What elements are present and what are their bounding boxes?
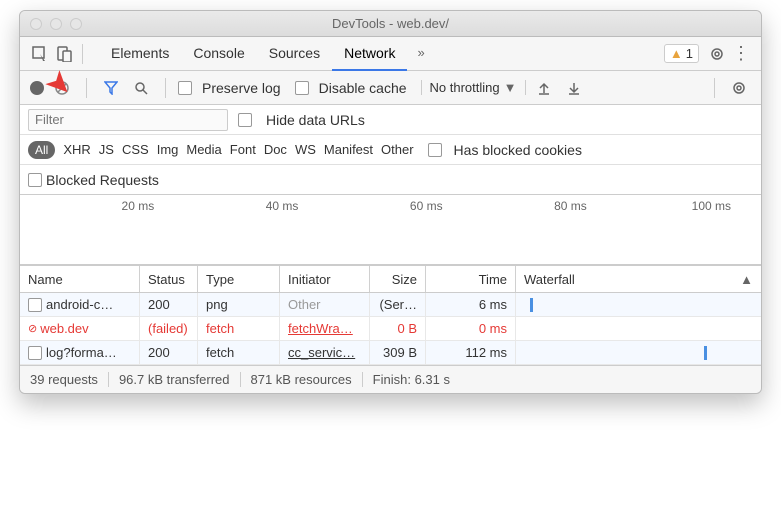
col-status[interactable]: Status bbox=[140, 266, 198, 292]
col-waterfall[interactable]: Waterfall▲ bbox=[516, 266, 761, 292]
download-icon[interactable] bbox=[562, 76, 586, 100]
blocked-requests-label: Blocked Requests bbox=[46, 172, 159, 188]
inspect-icon[interactable] bbox=[28, 42, 52, 66]
timeline-tick: 40 ms bbox=[174, 199, 318, 213]
filter-font[interactable]: Font bbox=[230, 142, 256, 157]
filter-all[interactable]: All bbox=[28, 141, 55, 159]
timeline-tick: 20 ms bbox=[30, 199, 174, 213]
blocked-bar: Blocked Requests bbox=[20, 165, 761, 195]
type-filter-bar: All XHR JS CSS Img Media Font Doc WS Man… bbox=[20, 135, 761, 165]
col-initiator[interactable]: Initiator bbox=[280, 266, 370, 292]
warnings-badge[interactable]: ▲ 1 bbox=[664, 44, 699, 63]
has-blocked-checkbox[interactable] bbox=[428, 143, 442, 157]
sort-arrow-icon: ▲ bbox=[740, 272, 753, 287]
timeline-tick: 80 ms bbox=[463, 199, 607, 213]
timeline-tick: 60 ms bbox=[318, 199, 462, 213]
has-blocked-label: Has blocked cookies bbox=[454, 142, 582, 158]
status-transferred: 96.7 kB transferred bbox=[109, 372, 241, 387]
search-icon[interactable] bbox=[129, 76, 153, 100]
upload-icon[interactable] bbox=[532, 76, 556, 100]
window-title: DevTools - web.dev/ bbox=[332, 16, 449, 31]
table-row[interactable]: ⊘web.dev(failed)fetchfetchWra…0 B0 ms bbox=[20, 317, 761, 341]
filter-media[interactable]: Media bbox=[186, 142, 221, 157]
disable-cache-label: Disable cache bbox=[319, 80, 407, 96]
preserve-log-label: Preserve log bbox=[202, 80, 281, 96]
tab-sources[interactable]: Sources bbox=[257, 37, 332, 71]
timeline-overview[interactable]: 20 ms 40 ms 60 ms 80 ms 100 ms bbox=[20, 195, 761, 265]
hide-data-urls-label: Hide data URLs bbox=[266, 112, 365, 128]
main-toolbar: Elements Console Sources Network » ▲ 1 ⋮ bbox=[20, 37, 761, 71]
filter-other[interactable]: Other bbox=[381, 142, 414, 157]
status-resources: 871 kB resources bbox=[241, 372, 363, 387]
col-size[interactable]: Size bbox=[370, 266, 426, 292]
network-settings-icon[interactable] bbox=[727, 76, 751, 100]
kebab-menu-icon[interactable]: ⋮ bbox=[729, 42, 753, 66]
requests-table: Name Status Type Initiator Size Time Wat… bbox=[20, 265, 761, 365]
filter-xhr[interactable]: XHR bbox=[63, 142, 90, 157]
window-zoom-button[interactable] bbox=[70, 18, 82, 30]
status-finish: Finish: 6.31 s bbox=[363, 372, 460, 387]
filter-doc[interactable]: Doc bbox=[264, 142, 287, 157]
filter-input[interactable] bbox=[28, 109, 228, 131]
filter-bar: Hide data URLs bbox=[20, 105, 761, 135]
blocked-requests-checkbox[interactable] bbox=[28, 173, 42, 187]
tab-network[interactable]: Network bbox=[332, 37, 407, 71]
throttling-select[interactable]: No throttling ▼ bbox=[421, 80, 526, 95]
filter-css[interactable]: CSS bbox=[122, 142, 149, 157]
network-toolbar: ➤ Preserve log Disable cache No throttli… bbox=[20, 71, 761, 105]
titlebar: DevTools - web.dev/ bbox=[20, 11, 761, 37]
col-type[interactable]: Type bbox=[198, 266, 280, 292]
hide-data-urls-checkbox[interactable] bbox=[238, 113, 252, 127]
throttling-value: No throttling bbox=[430, 80, 500, 95]
chevron-down-icon: ▼ bbox=[504, 80, 517, 95]
device-toggle-icon[interactable] bbox=[52, 42, 76, 66]
warning-count: 1 bbox=[686, 46, 693, 61]
col-time[interactable]: Time bbox=[426, 266, 516, 292]
panel-tabs: Elements Console Sources Network » bbox=[99, 37, 435, 71]
disable-cache-checkbox[interactable] bbox=[295, 81, 309, 95]
status-bar: 39 requests 96.7 kB transferred 871 kB r… bbox=[20, 365, 761, 393]
more-tabs-button[interactable]: » bbox=[407, 37, 434, 71]
warning-icon: ▲ bbox=[670, 46, 683, 61]
filter-js[interactable]: JS bbox=[99, 142, 114, 157]
status-requests: 39 requests bbox=[30, 372, 109, 387]
filter-ws[interactable]: WS bbox=[295, 142, 316, 157]
col-name[interactable]: Name bbox=[20, 266, 140, 292]
filter-img[interactable]: Img bbox=[157, 142, 179, 157]
timeline-tick: 100 ms bbox=[607, 199, 751, 213]
settings-icon[interactable] bbox=[705, 42, 729, 66]
table-row[interactable]: log?forma…200fetchcc_servic…309 B112 ms bbox=[20, 341, 761, 365]
window-close-button[interactable] bbox=[30, 18, 42, 30]
window-minimize-button[interactable] bbox=[50, 18, 62, 30]
tab-console[interactable]: Console bbox=[181, 37, 256, 71]
tab-elements[interactable]: Elements bbox=[99, 37, 181, 71]
filter-icon[interactable] bbox=[99, 76, 123, 100]
table-row[interactable]: android-c…200pngOther(Ser…6 ms bbox=[20, 293, 761, 317]
filter-manifest[interactable]: Manifest bbox=[324, 142, 373, 157]
preserve-log-checkbox[interactable] bbox=[178, 81, 192, 95]
